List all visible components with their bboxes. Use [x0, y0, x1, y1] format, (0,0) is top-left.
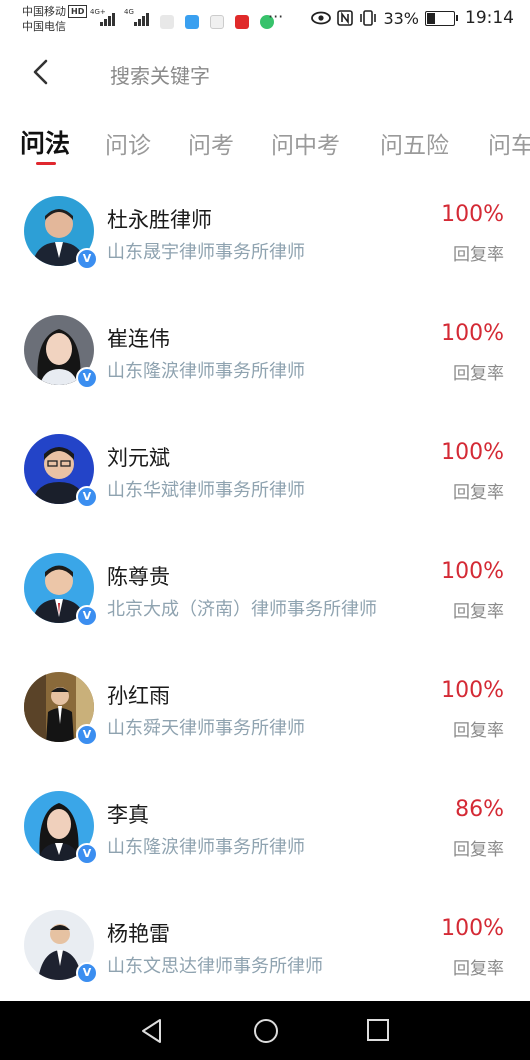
battery-percent: 33%: [383, 8, 419, 28]
lawyer-list-item[interactable]: V 陈尊贵 北京大成（济南）律师事务所律师 100% 回复率: [0, 529, 530, 648]
notification-app-icons: [160, 11, 280, 30]
verified-badge-icon: V: [76, 248, 98, 270]
reply-rate-label: 回复率: [453, 364, 504, 384]
battery-icon: [425, 10, 458, 26]
signal-icon: 4G: [124, 8, 150, 26]
lawyer-list-item[interactable]: V 杜永胜律师 山东晟宇律师事务所律师 100% 回复率: [0, 172, 530, 291]
reply-rate: 100%: [441, 440, 504, 465]
tab-wenche[interactable]: 问车: [488, 126, 530, 160]
lawyer-name: 崔连伟: [107, 327, 170, 351]
vibrate-icon: [359, 10, 377, 26]
lawyer-name: 陈尊贵: [107, 565, 170, 589]
system-navigation-bar: [0, 1001, 530, 1060]
app-notification-icon: [185, 14, 200, 29]
avatar: V: [24, 315, 98, 389]
app-notification-icon: [160, 14, 174, 29]
app-notification-icon: [235, 14, 250, 29]
reply-rate-label: 回复率: [453, 483, 504, 503]
status-indicators: 33% 19:14: [311, 8, 514, 28]
lawyer-firm: 山东舜天律师事务所律师: [107, 718, 305, 739]
signal-icon: 4G+: [90, 8, 116, 26]
chevron-left-icon: [33, 59, 48, 85]
lawyer-firm: 山东隆涙律师事务所律师: [107, 837, 305, 858]
nav-recent-button[interactable]: [367, 1018, 389, 1046]
carrier-2: 中国电信: [22, 20, 66, 33]
avatar: V: [24, 791, 98, 865]
status-bar: 中国移动 中国电信 HD 4G+ 4G ··· 33% 19:14: [0, 0, 530, 40]
lawyer-firm: 山东文思达律师事务所律师: [107, 956, 323, 977]
verified-badge-icon: V: [76, 962, 98, 984]
reply-rate-label: 回复率: [453, 721, 504, 741]
reply-rate: 100%: [441, 321, 504, 346]
verified-badge-icon: V: [76, 843, 98, 865]
circle-home-icon: [254, 1019, 278, 1043]
net-type-1: 4G+: [90, 8, 106, 16]
reply-rate-label: 回复率: [453, 602, 504, 622]
tab-wenzhongkao[interactable]: 问中考: [271, 126, 340, 160]
eye-icon: [311, 11, 332, 25]
lawyer-list-item[interactable]: V 刘元斌 山东华斌律师事务所律师 100% 回复率: [0, 410, 530, 529]
avatar: V: [24, 910, 98, 984]
carrier-info: 中国移动 中国电信: [22, 4, 66, 34]
tab-wenwuxian[interactable]: 问五险: [380, 126, 449, 160]
reply-rate: 100%: [441, 916, 504, 941]
lawyer-list-item[interactable]: V 李真 山东隆涙律师事务所律师 86% 回复率: [0, 767, 530, 886]
lawyer-firm: 山东晟宇律师事务所律师: [107, 242, 305, 263]
clock: 19:14: [465, 8, 514, 28]
reply-rate: 86%: [455, 797, 504, 822]
nav-home-button[interactable]: [253, 1018, 279, 1048]
reply-rate-label: 回复率: [453, 840, 504, 860]
avatar: V: [24, 196, 98, 270]
search-header: 搜索关键字: [0, 40, 530, 106]
active-tab-indicator: [36, 162, 56, 165]
lawyer-list-item[interactable]: V 崔连伟 山东隆涙律师事务所律师 100% 回复率: [0, 291, 530, 410]
verified-badge-icon: V: [76, 605, 98, 627]
triangle-back-icon: [142, 1019, 161, 1043]
carrier-1: 中国移动: [22, 5, 66, 18]
category-tabs: 问法 问诊 问考 问中考 问五险 问车: [0, 118, 530, 172]
tab-wenzhen[interactable]: 问诊: [105, 126, 151, 160]
reply-rate-label: 回复率: [453, 245, 504, 265]
reply-rate: 100%: [441, 678, 504, 703]
verified-badge-icon: V: [76, 486, 98, 508]
avatar: V: [24, 434, 98, 508]
lawyer-list-item[interactable]: V 孙红雨 山东舜天律师事务所律师 100% 回复率: [0, 648, 530, 767]
reply-rate: 100%: [441, 202, 504, 227]
verified-badge-icon: V: [76, 367, 98, 389]
nav-back-button[interactable]: [140, 1018, 164, 1048]
tab-wenfa[interactable]: 问法: [20, 124, 70, 160]
search-input[interactable]: 搜索关键字: [110, 60, 210, 89]
more-notifications-icon: ···: [268, 7, 284, 26]
reply-rate: 100%: [441, 559, 504, 584]
lawyer-firm: 山东隆涙律师事务所律师: [107, 361, 305, 382]
nfc-icon: [337, 10, 354, 26]
lawyer-name: 杨艳雷: [107, 922, 170, 946]
lawyer-firm: 北京大成（济南）律师事务所律师: [107, 599, 377, 620]
lawyer-name: 李真: [107, 803, 149, 827]
reply-rate-label: 回复率: [453, 959, 504, 979]
lawyer-name: 孙红雨: [107, 684, 170, 708]
lawyer-list-item[interactable]: V 杨艳雷 山东文思达律师事务所律师 100% 回复率: [0, 886, 530, 1005]
app-notification-icon: [210, 14, 225, 29]
net-type-2: 4G: [124, 8, 134, 16]
hd-badge: HD: [68, 5, 88, 18]
avatar: V: [24, 553, 98, 627]
lawyer-firm: 山东华斌律师事务所律师: [107, 480, 305, 501]
square-recent-icon: [367, 1019, 389, 1041]
back-button[interactable]: [28, 56, 52, 88]
lawyer-name: 杜永胜律师: [107, 208, 212, 232]
verified-badge-icon: V: [76, 724, 98, 746]
lawyer-name: 刘元斌: [107, 446, 170, 470]
avatar: V: [24, 672, 98, 746]
tab-wenkao[interactable]: 问考: [188, 126, 234, 160]
